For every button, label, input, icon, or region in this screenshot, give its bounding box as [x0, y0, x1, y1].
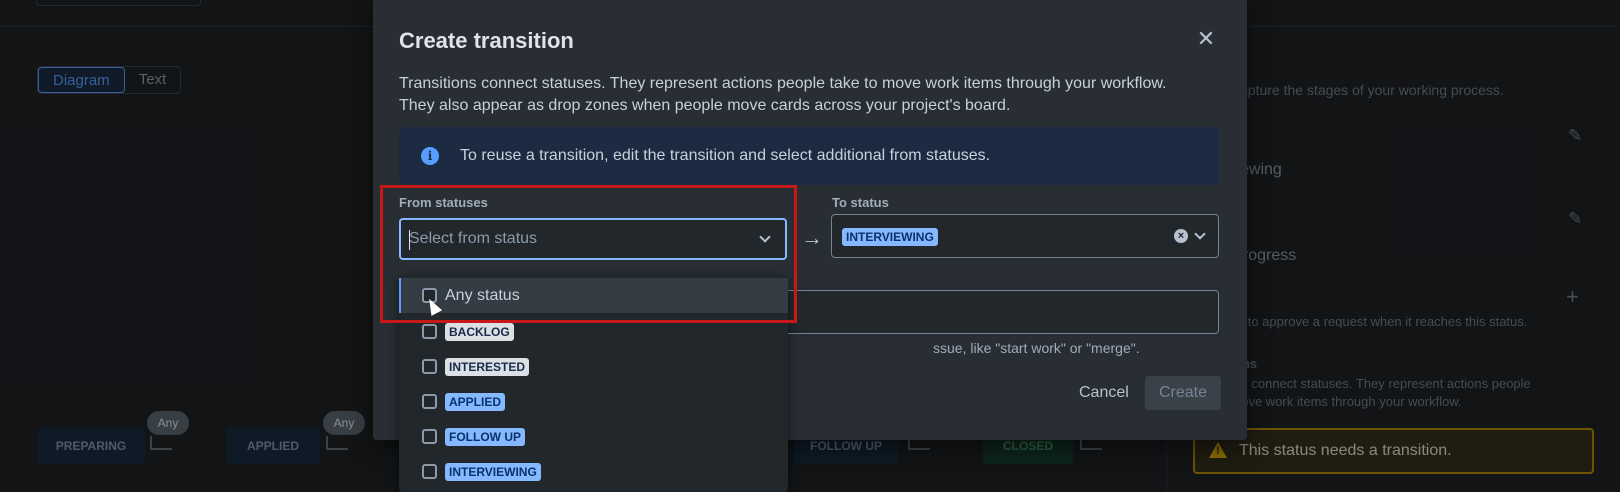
to-status-select[interactable]: INTERVIEWING ×: [831, 214, 1219, 258]
checkbox[interactable]: [422, 464, 437, 479]
status-lozenge: FOLLOW UP: [445, 427, 525, 446]
checkbox[interactable]: [422, 359, 437, 374]
clear-icon[interactable]: ×: [1174, 229, 1188, 243]
status-lozenge: BACKLOG: [445, 322, 514, 341]
dialog-title: Create transition: [399, 28, 574, 53]
close-icon[interactable]: ✕: [1193, 26, 1219, 52]
arrow-right-icon: →: [801, 225, 823, 250]
chevron-down-icon[interactable]: [1194, 228, 1206, 240]
dialog-description: Transitions connect statuses. They repre…: [399, 73, 1219, 117]
checkbox[interactable]: [422, 429, 437, 444]
option-follow-up[interactable]: FOLLOW UP: [399, 419, 788, 454]
checkbox[interactable]: [422, 324, 437, 339]
status-lozenge: APPLIED: [445, 392, 506, 411]
option-interviewing[interactable]: INTERVIEWING: [399, 454, 788, 489]
cancel-button[interactable]: Cancel: [1067, 376, 1141, 410]
highlight-box: [380, 185, 797, 323]
info-icon: i: [421, 147, 439, 165]
description-line-2: They also appear as drop zones when peop…: [399, 97, 1011, 114]
description-line-1: Transitions connect statuses. They repre…: [399, 75, 1167, 92]
status-lozenge: INTERESTED: [445, 357, 530, 376]
transition-name-helper: ssue, like "start work" or "merge".: [933, 340, 1140, 356]
option-applied[interactable]: APPLIED: [399, 384, 788, 419]
to-status-label: To status: [832, 195, 889, 210]
status-lozenge: INTERVIEWING: [445, 462, 541, 481]
to-status-lozenge: INTERVIEWING: [842, 228, 938, 246]
create-button[interactable]: Create: [1145, 376, 1222, 410]
option-interested[interactable]: INTERESTED: [399, 349, 788, 384]
checkbox[interactable]: [422, 394, 437, 409]
info-message-text: To reuse a transition, edit the transiti…: [460, 147, 991, 164]
info-message: i To reuse a transition, edit the transi…: [399, 127, 1219, 185]
